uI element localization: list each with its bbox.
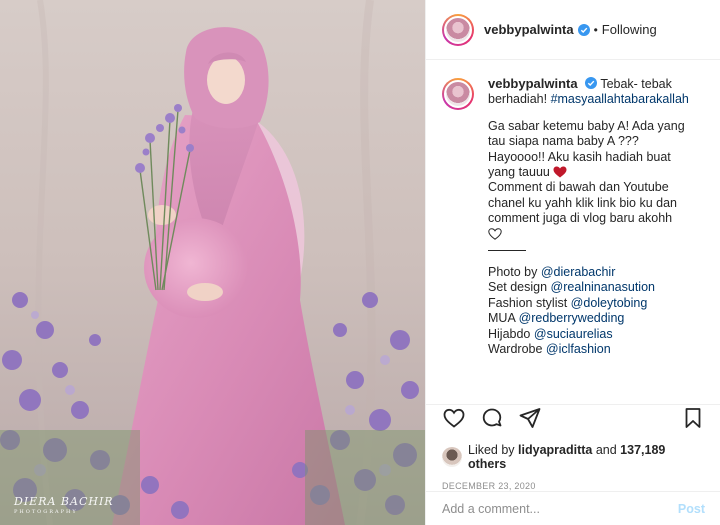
caption-body: vebbypalwinta Tebak- tebak berhadiah! #m… bbox=[488, 76, 704, 358]
post-photo[interactable]: DIERA BACHIR PHOTOGRAPHY bbox=[0, 0, 425, 525]
mention-link[interactable]: @suciaurelias bbox=[534, 327, 613, 341]
mention-link[interactable]: @iclfashion bbox=[546, 342, 611, 356]
add-comment-bar: Post bbox=[426, 491, 720, 525]
post-actions: Liked by lidyapraditta and 137,189 other… bbox=[426, 404, 720, 491]
photo-watermark: DIERA BACHIR PHOTOGRAPHY bbox=[14, 495, 114, 515]
credit-line: Wardrobe @iclfashion bbox=[488, 342, 611, 357]
save-bookmark-icon[interactable] bbox=[681, 406, 705, 430]
comments-section: vebbypalwinta Tebak- tebak berhadiah! #m… bbox=[426, 60, 720, 404]
mention-link[interactable]: @dierabachir bbox=[541, 265, 616, 279]
post-side-panel: vebbypalwinta • Following vebbypalwinta bbox=[425, 0, 720, 525]
white-heart-emoji-icon bbox=[488, 227, 502, 240]
likes-row: Liked by lidyapraditta and 137,189 other… bbox=[442, 443, 705, 471]
caption-avatar[interactable] bbox=[442, 78, 474, 110]
verified-badge-icon bbox=[577, 23, 590, 36]
caption: vebbypalwinta Tebak- tebak berhadiah! #m… bbox=[442, 76, 704, 358]
photo-illustration bbox=[0, 0, 425, 525]
post-header: vebbypalwinta • Following bbox=[426, 0, 720, 60]
credit-line: Hijabdo @suciaurelias bbox=[488, 326, 613, 341]
following-button[interactable]: Following bbox=[602, 22, 657, 37]
watermark-text: DIERA BACHIR bbox=[14, 495, 114, 508]
liked-by-username[interactable]: lidyapraditta bbox=[518, 443, 592, 457]
mention-link[interactable]: @redberrywedding bbox=[519, 311, 625, 325]
caption-line: chanel ku yahh klik link bio ku dan bbox=[488, 195, 678, 210]
caption-line: yang tauuu bbox=[488, 165, 550, 180]
caption-hashtag[interactable]: #masyaallahtabarakallah bbox=[551, 92, 689, 106]
credit-line: Set design @realninanasution bbox=[488, 280, 655, 295]
caption-verified-badge-icon bbox=[585, 77, 598, 89]
instagram-post: DIERA BACHIR PHOTOGRAPHY vebbypalwinta •… bbox=[0, 0, 720, 525]
header-username[interactable]: vebbypalwinta bbox=[484, 22, 574, 37]
share-paper-plane-icon[interactable] bbox=[518, 406, 542, 430]
action-icons-row bbox=[442, 405, 705, 431]
caption-username[interactable]: vebbypalwinta bbox=[488, 76, 578, 91]
mention-link[interactable]: @realninanasution bbox=[551, 280, 655, 294]
credit-line: MUA @redberrywedding bbox=[488, 311, 625, 326]
likes-summary: Liked by lidyapraditta and 137,189 other… bbox=[468, 443, 666, 471]
post-comment-button[interactable]: Post bbox=[678, 502, 705, 516]
like-heart-icon[interactable] bbox=[442, 406, 466, 430]
credit-line: Photo by @dierabachir bbox=[488, 265, 616, 280]
caption-divider bbox=[488, 250, 526, 252]
credit-line: Fashion stylist @doleytobing bbox=[488, 295, 648, 310]
caption-line: comment juga di vlog baru akohh bbox=[488, 211, 673, 226]
comment-bubble-icon[interactable] bbox=[480, 406, 504, 430]
caption-line: tau siapa nama baby A ??? bbox=[488, 134, 639, 149]
red-heart-emoji-icon bbox=[553, 166, 567, 178]
post-date[interactable]: DECEMBER 23, 2020 bbox=[442, 481, 705, 491]
profile-avatar[interactable] bbox=[442, 13, 474, 46]
liker-avatar[interactable] bbox=[442, 447, 462, 467]
watermark-subtext: PHOTOGRAPHY bbox=[14, 509, 78, 515]
comment-input[interactable] bbox=[442, 501, 678, 516]
header-separator: • bbox=[593, 22, 598, 37]
mention-link[interactable]: @doleytobing bbox=[571, 296, 648, 310]
caption-line: Comment di bawah dan Youtube bbox=[488, 180, 669, 195]
caption-line: Hayoooo!! Aku kasih hadiah buat bbox=[488, 149, 671, 164]
caption-line: Ga sabar ketemu baby A! Ada yang bbox=[488, 118, 685, 133]
